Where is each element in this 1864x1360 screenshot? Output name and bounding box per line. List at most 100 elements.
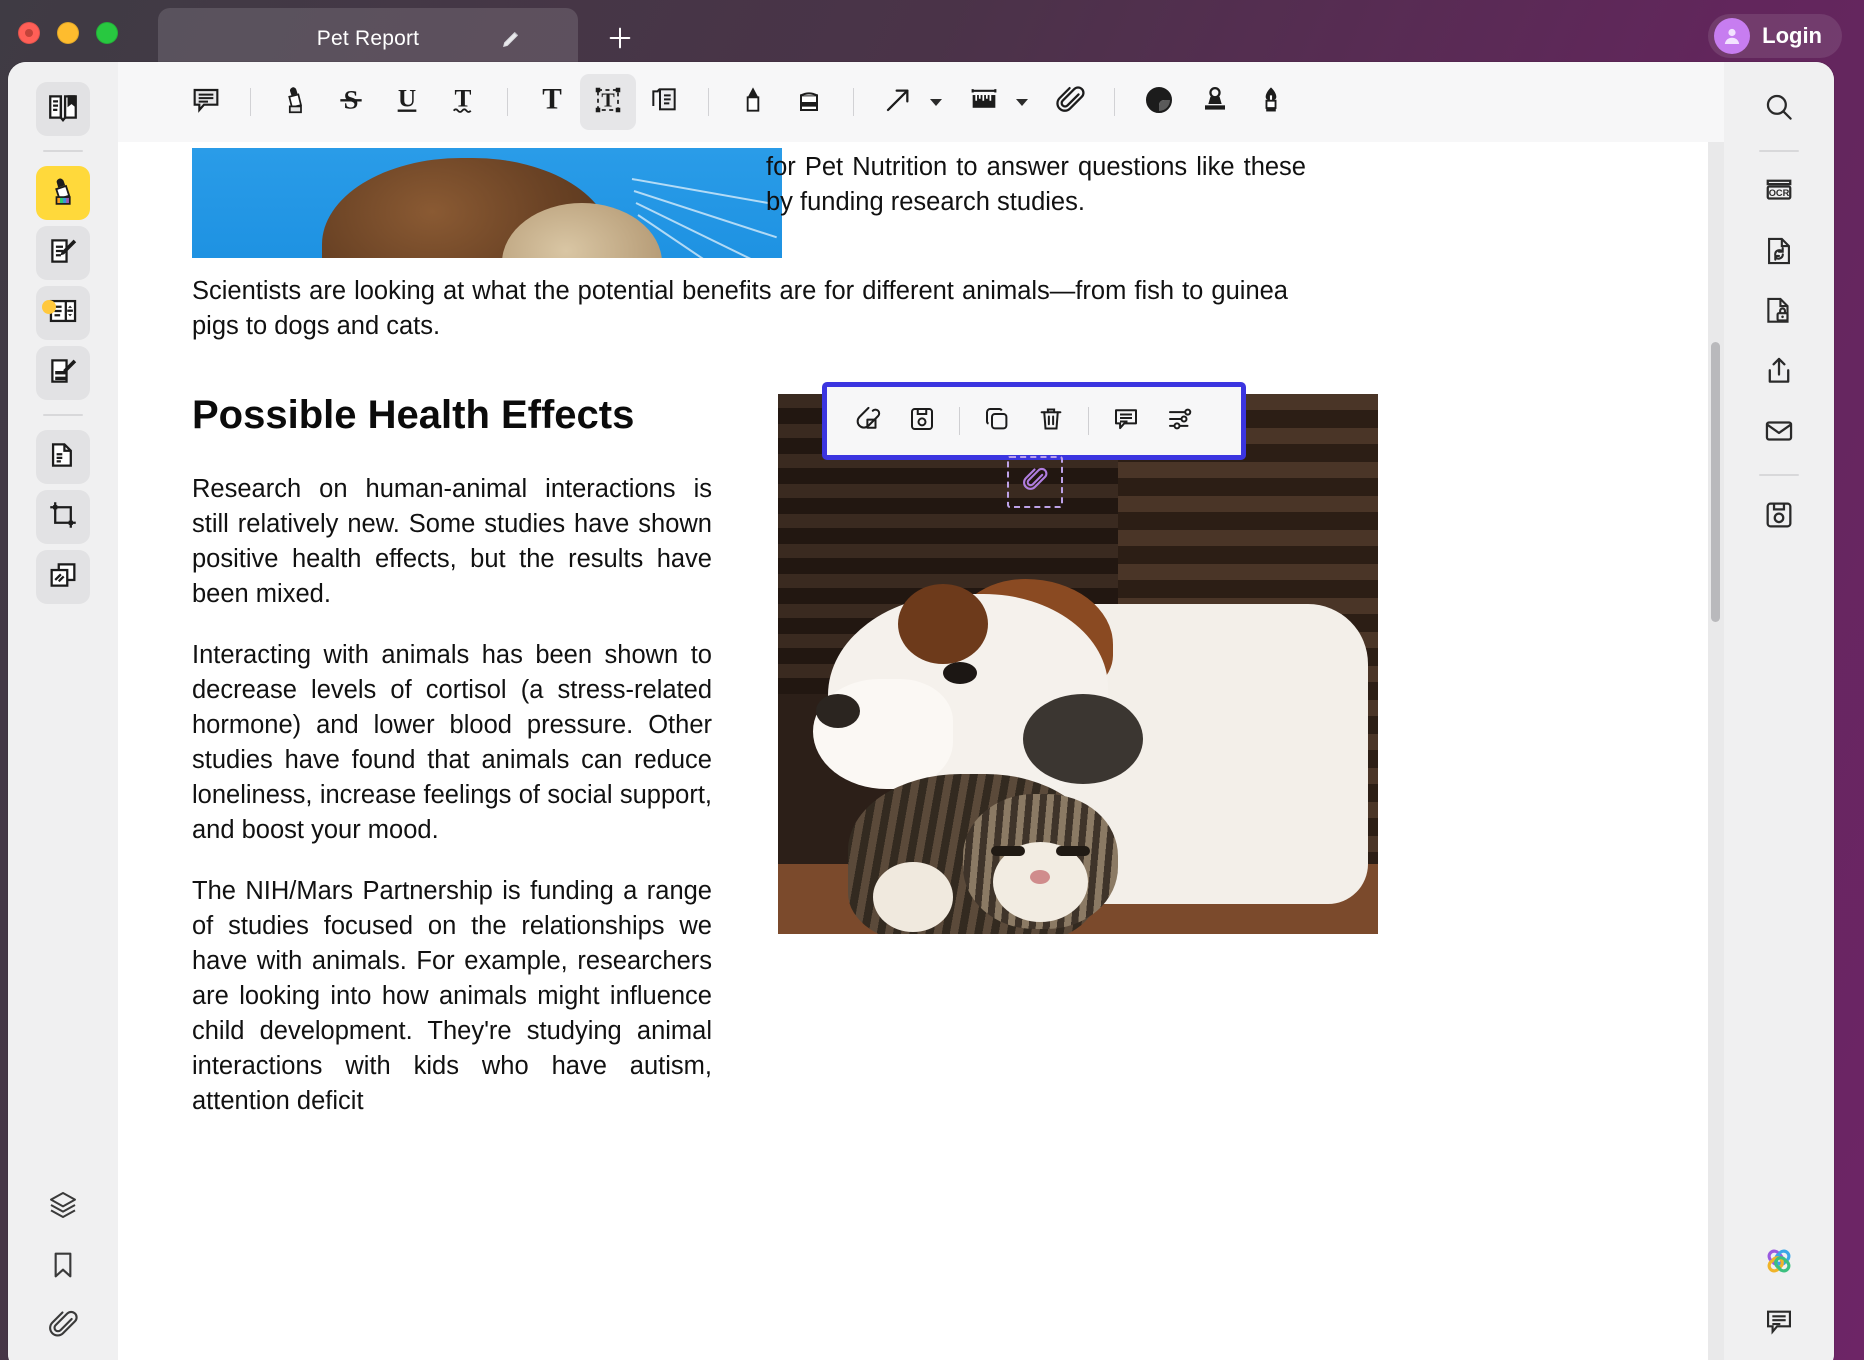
text-box-icon: T	[592, 84, 624, 121]
sidebar-item-form[interactable]	[36, 286, 90, 340]
floppy-save-icon	[907, 404, 937, 439]
sidebar-item-organize-pages[interactable]	[36, 430, 90, 484]
sidebar-item-redact[interactable]	[36, 346, 90, 400]
document-redact-icon	[46, 354, 80, 393]
strikethrough-button[interactable]: S	[323, 74, 379, 130]
maximize-window-button[interactable]	[96, 22, 118, 44]
sticker-icon	[1143, 84, 1175, 121]
section-heading: Possible Health Effects	[192, 392, 712, 478]
sidebar-collapse-notch[interactable]	[8, 268, 22, 348]
text-box-button[interactable]: T	[580, 74, 636, 130]
toolbar-divider	[1114, 88, 1115, 116]
ruler-icon	[967, 83, 1001, 122]
add-text-button[interactable]: T	[524, 74, 580, 130]
document-tab[interactable]: Pet Report	[158, 8, 578, 70]
sidebar-item-edit-text[interactable]	[36, 226, 90, 280]
text-icon: T	[536, 83, 568, 121]
svg-text:T: T	[601, 89, 615, 111]
chevron-down-icon[interactable]	[930, 98, 942, 106]
highlight-button[interactable]	[267, 74, 323, 130]
sidebar-item-layers[interactable]	[36, 1180, 90, 1234]
ocr-button[interactable]: OCR	[1752, 166, 1806, 220]
convert-button[interactable]	[1752, 226, 1806, 280]
login-button[interactable]: Login	[1708, 14, 1842, 58]
right-sidebar-bottom	[1724, 1230, 1834, 1356]
callout-icon	[648, 84, 680, 121]
paragraph-text: Scientists are looking at what the poten…	[192, 277, 1288, 340]
callout-text-button[interactable]	[636, 74, 692, 130]
underline-button[interactable]: U	[379, 74, 435, 130]
ocr-icon: OCR	[1761, 173, 1797, 214]
properties-button[interactable]	[1153, 396, 1207, 446]
close-window-button[interactable]	[18, 22, 40, 44]
sidebar-item-attachments[interactable]	[36, 1300, 90, 1354]
annotation-toolbar: S U T T T	[118, 62, 1724, 142]
svg-text:T: T	[455, 84, 472, 112]
pencil-button[interactable]	[725, 74, 781, 130]
email-button[interactable]	[1752, 406, 1806, 460]
search-button[interactable]	[1752, 82, 1806, 136]
book-bookmark-icon	[46, 90, 80, 129]
stamp-button[interactable]	[1187, 74, 1243, 130]
minimize-window-button[interactable]	[57, 22, 79, 44]
open-attachment-button[interactable]	[841, 396, 895, 446]
delete-button[interactable]	[1024, 396, 1078, 446]
chevron-down-icon[interactable]	[1016, 98, 1028, 106]
squiggly-underline-button[interactable]: T	[435, 74, 491, 130]
signature-button[interactable]	[1243, 74, 1299, 130]
comments-panel-button[interactable]	[1752, 1296, 1806, 1350]
document-refresh-icon	[1762, 234, 1796, 273]
highlighter-icon	[279, 84, 311, 121]
trash-icon	[1036, 404, 1066, 439]
sidebar-divider	[1759, 150, 1799, 152]
document-lock-icon	[1762, 294, 1796, 333]
note-comment-button[interactable]	[178, 74, 234, 130]
arrow-shape-button[interactable]	[870, 74, 942, 130]
arrow-icon	[882, 84, 914, 121]
ai-assistant-button[interactable]	[1752, 1236, 1806, 1290]
sticky-note-button[interactable]	[1131, 74, 1187, 130]
copy-icon	[982, 404, 1012, 439]
bookmark-icon	[47, 1249, 79, 1286]
envelope-icon	[1762, 414, 1796, 453]
svg-text:OCR: OCR	[1769, 188, 1790, 198]
attachment-stamp-annotation[interactable]	[1007, 456, 1063, 508]
sidebar-collapse-handle[interactable]	[42, 300, 56, 314]
vertical-scrollbar-thumb[interactable]	[1711, 342, 1720, 622]
tab-title: Pet Report	[316, 27, 420, 50]
protect-button[interactable]	[1752, 286, 1806, 340]
save-attachment-button[interactable]	[895, 396, 949, 446]
ai-flower-icon	[1761, 1243, 1797, 1284]
rename-tab-pencil-icon[interactable]	[500, 29, 522, 51]
sidebar-item-read-mode[interactable]	[36, 82, 90, 136]
new-tab-button[interactable]	[600, 18, 640, 58]
document-viewport[interactable]: for Pet Nutrition to answer questions li…	[118, 142, 1724, 1360]
paragraph-scientists: Scientists are looking at what the poten…	[192, 274, 1288, 370]
left-sidebar	[8, 62, 118, 1360]
dog-and-cat-photo	[778, 394, 1378, 934]
sidebar-item-annotate[interactable]	[36, 166, 90, 220]
pdf-page: for Pet Nutrition to answer questions li…	[118, 142, 1708, 1360]
comment-button[interactable]	[1099, 396, 1153, 446]
paragraph-continuation: for Pet Nutrition to answer questions li…	[766, 150, 1306, 246]
paragraph-interacting: Interacting with animals has been shown …	[192, 641, 712, 844]
share-upload-icon	[1762, 354, 1796, 393]
share-button[interactable]	[1752, 346, 1806, 400]
paragraph-nih: The NIH/Mars Partnership is funding a ra…	[192, 877, 712, 1115]
save-button[interactable]	[1752, 490, 1806, 544]
sidebar-divider	[43, 150, 83, 152]
sidebar-item-crop[interactable]	[36, 490, 90, 544]
open-file-icon	[853, 404, 883, 439]
measure-button[interactable]	[956, 74, 1028, 130]
login-label: Login	[1762, 23, 1822, 48]
attachment-button[interactable]	[1042, 74, 1098, 130]
sliders-icon	[1165, 404, 1195, 439]
right-sidebar: OCR	[1724, 62, 1834, 1360]
copy-button[interactable]	[970, 396, 1024, 446]
underline-icon: U	[391, 84, 423, 121]
eraser-button[interactable]	[781, 74, 837, 130]
sidebar-item-bookmarks[interactable]	[36, 1240, 90, 1294]
sidebar-item-compare[interactable]	[36, 550, 90, 604]
fountain-pen-icon	[1255, 84, 1287, 121]
strikethrough-icon: S	[335, 84, 367, 121]
